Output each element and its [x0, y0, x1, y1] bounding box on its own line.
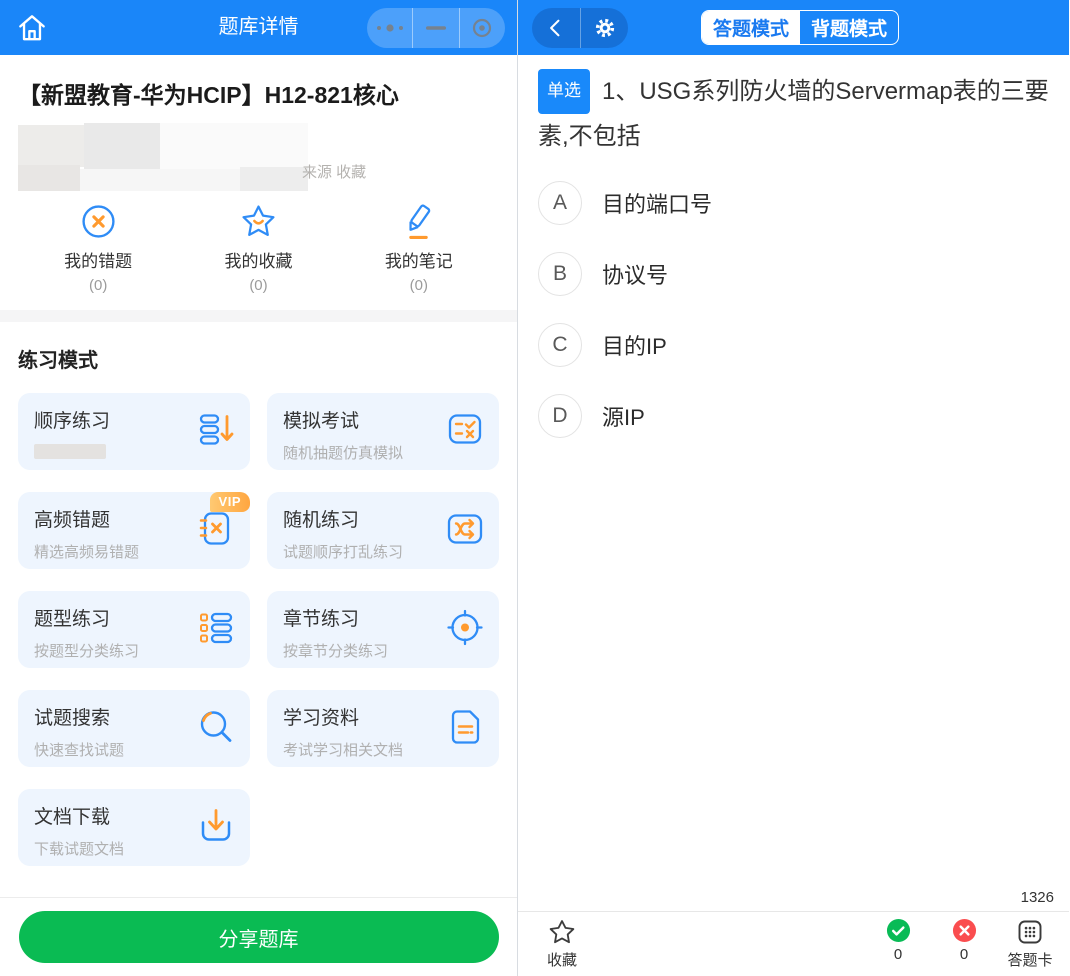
star-outline-icon: [548, 918, 576, 946]
option-c[interactable]: C 目的IP: [538, 323, 1049, 367]
redacted-block: [160, 123, 308, 169]
left-footer: 分享题库: [0, 897, 517, 976]
stat-count: (0): [18, 277, 178, 294]
left-content: 【新盟教育-华为HCIP】H12-821核心 来源 收藏 我的错题 (0): [0, 76, 517, 866]
bank-detail-panel: 题库详情: [0, 0, 517, 976]
option-b[interactable]: B 协议号: [538, 252, 1049, 296]
pencil-icon: [400, 203, 437, 240]
wrong-circle-icon: [80, 203, 117, 240]
stat-label: 我的错题: [18, 247, 178, 272]
wrong-counter[interactable]: 0: [938, 918, 990, 970]
star-smile-icon: [240, 203, 277, 240]
redacted-info-area: 来源 收藏: [18, 123, 499, 191]
my-notes[interactable]: 我的笔记 (0): [339, 203, 499, 294]
option-letter: B: [538, 252, 582, 296]
question-total-count: 1326: [518, 889, 1069, 911]
capsule-close-button[interactable]: [459, 8, 505, 48]
card-sequence-practice[interactable]: 顺序练习: [18, 393, 250, 470]
option-letter: D: [538, 394, 582, 438]
tab-recite-mode[interactable]: 背题模式: [800, 11, 898, 44]
option-text: 协议号: [602, 258, 668, 290]
minimize-button[interactable]: [412, 8, 458, 48]
check-circle-icon: [886, 918, 911, 943]
chapter-target-icon: [445, 607, 485, 652]
redacted-block: [84, 123, 160, 169]
redacted-block: [18, 165, 80, 191]
card-random-practice[interactable]: 随机练习 试题顺序打乱练习: [267, 492, 499, 569]
mock-exam-icon: [445, 409, 485, 454]
card-chapter-practice[interactable]: 章节练习 按章节分类练习: [267, 591, 499, 668]
answer-card-label: 答题卡: [1007, 949, 1052, 970]
question-panel: 答题模式 背题模式 单选1、USG系列防火墙的Servermap表的三要素,不包…: [517, 0, 1069, 976]
stat-label: 我的收藏: [178, 247, 338, 272]
my-wrong-questions[interactable]: 我的错题 (0): [18, 203, 178, 294]
option-letter: C: [538, 323, 582, 367]
search-icon: [196, 706, 236, 751]
card-frequent-wrong[interactable]: VIP 高频错题 精选高频易错题: [18, 492, 250, 569]
stat-label: 我的笔记: [339, 247, 499, 272]
back-button[interactable]: [532, 8, 580, 48]
redacted-block: [18, 125, 84, 167]
correct-counter[interactable]: 0: [872, 918, 924, 970]
card-question-search[interactable]: 试题搜索 快速查找试题: [18, 690, 250, 767]
tab-answer-mode[interactable]: 答题模式: [702, 11, 800, 44]
question-type-badge: 单选: [538, 69, 590, 114]
wrong-count: 0: [960, 946, 968, 963]
study-material-icon: [445, 706, 485, 751]
option-d[interactable]: D 源IP: [538, 394, 1049, 438]
miniprogram-capsule: [367, 8, 505, 48]
left-header: 题库详情: [0, 0, 517, 55]
redacted-block: [240, 167, 308, 191]
favorite-button[interactable]: 收藏: [536, 918, 588, 970]
option-text: 目的IP: [602, 329, 667, 361]
minimize-icon: [426, 25, 446, 31]
my-favorites[interactable]: 我的收藏 (0): [178, 203, 338, 294]
more-button[interactable]: [367, 8, 412, 48]
question-types-icon: [196, 607, 236, 652]
mini-program-window: 题库详情: [0, 0, 1070, 976]
section-divider: [0, 310, 517, 322]
card-study-material[interactable]: 学习资料 考试学习相关文档: [267, 690, 499, 767]
wrong-book-icon: [196, 508, 236, 553]
stats-row: 我的错题 (0) 我的收藏 (0): [18, 203, 499, 294]
option-a[interactable]: A 目的端口号: [538, 181, 1049, 225]
card-type-practice[interactable]: 题型练习 按题型分类练习: [18, 591, 250, 668]
more-dots-icon: [373, 22, 407, 34]
question-content: 单选1、USG系列防火墙的Servermap表的三要素,不包括 A 目的端口号 …: [518, 55, 1069, 438]
gear-icon: [592, 15, 618, 41]
practice-mode-heading: 练习模式: [18, 344, 499, 373]
source-favorite-meta: 来源 收藏: [302, 161, 366, 182]
answer-card-button[interactable]: 答题卡: [1004, 918, 1056, 970]
answer-card-grid-icon: [1016, 918, 1044, 946]
sequence-icon: [196, 409, 236, 454]
back-icon: [543, 15, 569, 41]
option-text: 目的端口号: [602, 187, 712, 219]
option-letter: A: [538, 181, 582, 225]
settings-button[interactable]: [580, 8, 628, 48]
bank-title: 【新盟教育-华为HCIP】H12-821核心: [18, 76, 499, 110]
bottom-toolbar: 收藏 0 0: [518, 911, 1069, 976]
question-stem: 单选1、USG系列防火墙的Servermap表的三要素,不包括: [538, 72, 1049, 157]
close-circle-capsule-icon: [471, 17, 493, 39]
score-group: 0 0: [872, 918, 1056, 970]
card-document-download[interactable]: 文档下载 下载试题文档: [18, 789, 250, 866]
question-text: 1、USG系列防火墙的Servermap表的三要素,不包括: [538, 78, 1049, 150]
practice-cards-grid: 顺序练习 模拟考试 随机抽题仿真模拟: [18, 393, 499, 866]
x-circle-icon: [952, 918, 977, 943]
share-bank-button[interactable]: 分享题库: [19, 911, 499, 963]
mode-switch: 答题模式 背题模式: [701, 10, 899, 45]
correct-count: 0: [894, 946, 902, 963]
option-text: 源IP: [602, 400, 645, 432]
right-footer: 1326 收藏 0: [518, 889, 1069, 976]
shuffle-icon: [445, 508, 485, 553]
redacted-block: [80, 169, 240, 191]
nav-pill: [532, 8, 628, 48]
download-icon: [196, 805, 236, 850]
redacted-block: [34, 444, 106, 459]
card-mock-exam[interactable]: 模拟考试 随机抽题仿真模拟: [267, 393, 499, 470]
stat-count: (0): [339, 277, 499, 294]
stat-count: (0): [178, 277, 338, 294]
favorite-label: 收藏: [547, 949, 577, 970]
right-header: 答题模式 背题模式: [518, 0, 1069, 55]
